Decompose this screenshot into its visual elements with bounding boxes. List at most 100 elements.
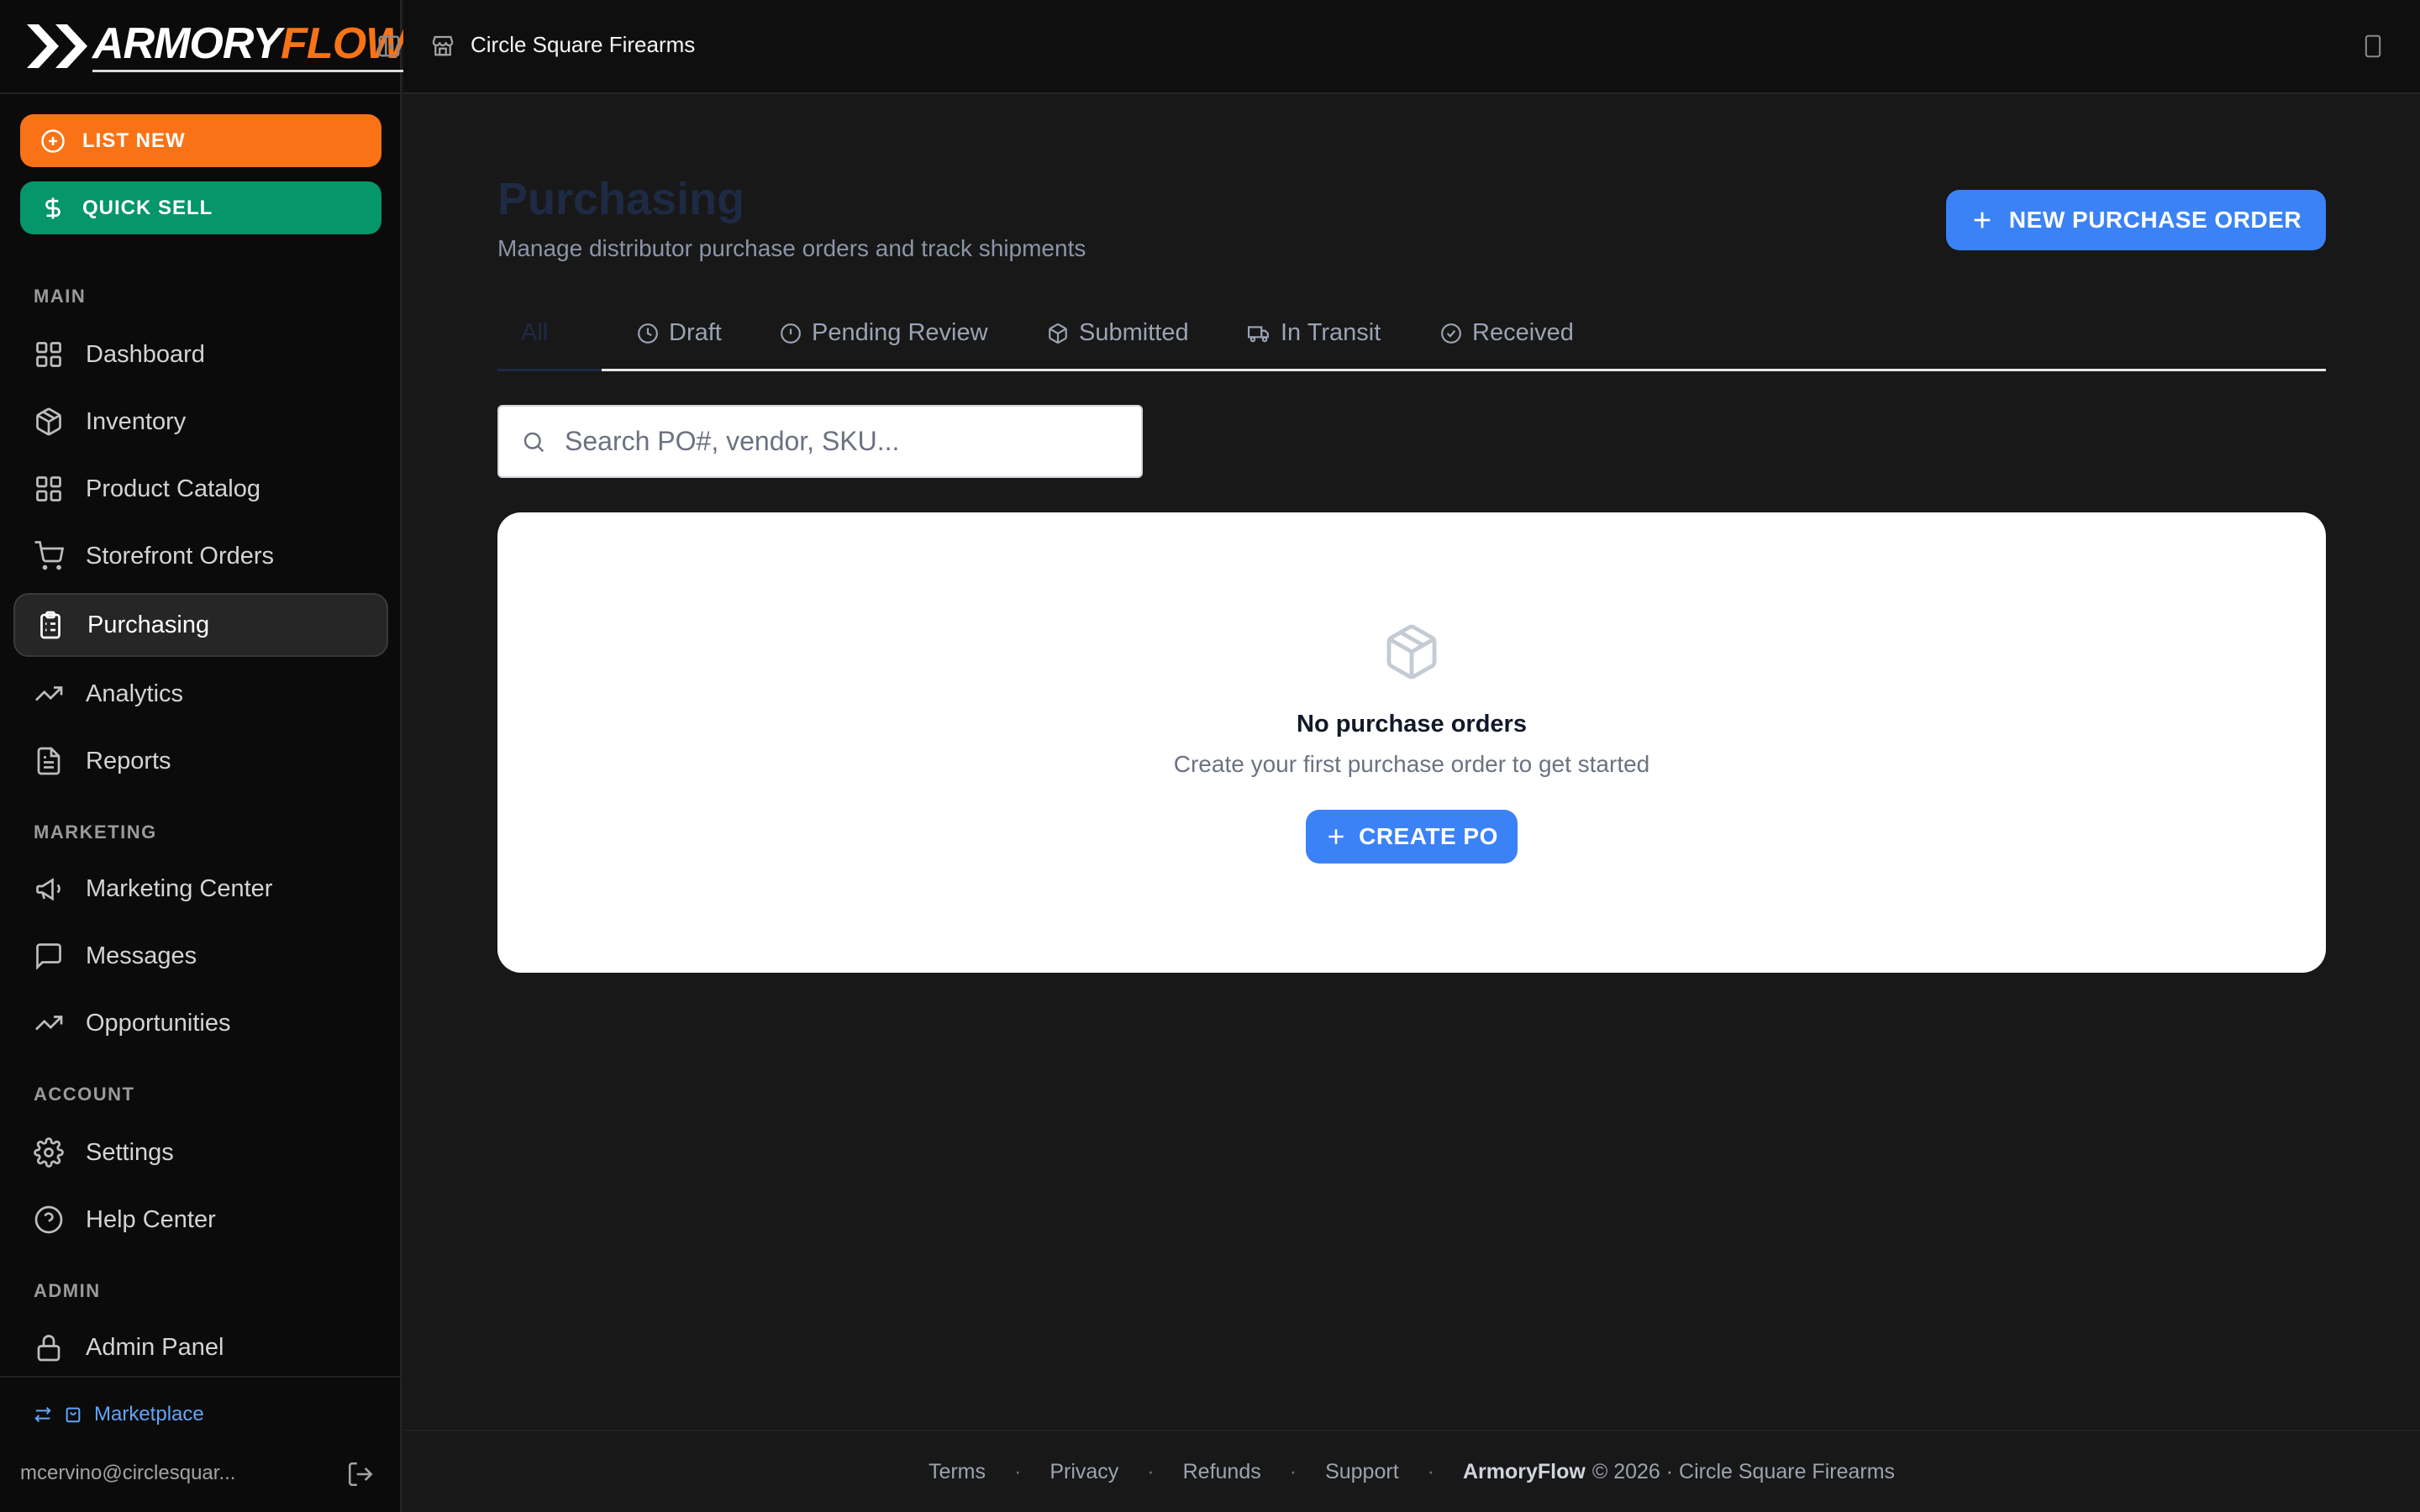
app-root: ARMORYFLOW LIST NEW QUICK SELL MAIN Dash… [0,0,2420,1512]
sidebar-item-label: Purchasing [87,611,210,638]
sidebar-footer: Marketplace mcervino@circlesquar... [0,1376,402,1512]
store-icon [432,35,454,55]
tab-in-transit[interactable]: In Transit [1247,319,1381,347]
tab-label: Submitted [1079,319,1189,346]
sidebar-item-help-center[interactable]: Help Center [13,1188,388,1252]
topbar: Circle Square Firearms [403,0,2420,94]
message-icon [36,943,61,970]
store-selector[interactable]: Circle Square Firearms [430,32,695,58]
sidebar-item-label: Dashboard [86,340,205,368]
store-name: Circle Square Firearms [471,32,696,57]
user-email: mcervino@circlesquar... [20,1462,236,1484]
tab-all[interactable]: All [521,319,548,347]
cart-icon [34,541,64,570]
logout-icon[interactable] [346,1460,375,1488]
search-icon [523,432,544,452]
chevrons-logo-icon [27,24,87,68]
sidebar-item-label: Marketing Center [86,874,273,902]
new-purchase-order-label: NEW PURCHASE ORDER [2008,207,2302,233]
brand-logo[interactable]: ARMORYFLOW [25,20,407,72]
search-input[interactable] [565,426,1119,457]
trending-up-icon [35,1016,63,1031]
tab-label: In Transit [1281,319,1381,346]
swap-icon [34,1407,51,1422]
grid-icon [36,476,61,501]
empty-state-title: No purchase orders [1297,711,1527,738]
sidebar-item-reports[interactable]: Reports [13,729,388,793]
trending-up-icon [35,686,63,701]
marketplace-link[interactable]: Marketplace [34,1403,204,1426]
tab-submitted[interactable]: Submitted [1047,319,1189,347]
sidebar-item-settings[interactable]: Settings [13,1121,388,1184]
sidebar-item-label: Settings [86,1138,174,1166]
status-tabs: All Draft Pending Review Submitted In Tr… [497,304,2326,371]
sidebar-item-label: Analytics [86,680,184,707]
plus-icon [1974,212,1991,228]
sidebar-item-inventory[interactable]: Inventory [13,390,388,454]
footer-link-refunds[interactable]: Refunds [1183,1460,1261,1484]
sidebar-item-label: Product Catalog [86,475,260,502]
tab-label: Draft [669,319,722,346]
sidebar-item-label: Help Center [86,1205,216,1233]
truck-icon [1248,325,1269,342]
tab-label: Pending Review [812,319,988,346]
help-circle-icon [34,1205,63,1234]
page-footer: Terms · Privacy · Refunds · Support · Ar… [403,1430,2420,1512]
section-label-main: MAIN [34,286,87,307]
sidebar-item-label: Reports [86,747,171,774]
footer-link-privacy[interactable]: Privacy [1050,1460,1118,1484]
section-label-admin: ADMIN [34,1280,101,1301]
tab-pending-review[interactable]: Pending Review [780,319,988,347]
create-po-label: CREATE PO [1359,823,1498,849]
footer-link-terms[interactable]: Terms [929,1460,986,1484]
clipboard-icon [40,611,60,639]
clock-icon [638,323,658,344]
create-po-button[interactable]: CREATE PO [1306,810,1518,864]
shopping-bag-icon [66,1407,81,1423]
sidebar-item-marketing-center[interactable]: Marketing Center [13,857,388,921]
footer-copyright: © 2026 · Circle Square Firearms [1591,1459,1896,1483]
sidebar-item-messages[interactable]: Messages [13,924,388,988]
box-icon [1049,323,1067,344]
plus-icon [1328,829,1344,844]
sidebar-item-label: Inventory [86,407,187,435]
logo-row: ARMORYFLOW [0,0,407,94]
footer-link-support[interactable]: Support [1325,1460,1399,1484]
device-icon[interactable] [2363,34,2383,59]
empty-state-subtitle: Create your first purchase order to get … [1173,751,1650,777]
page-title: Purchasing [497,174,745,224]
check-circle-icon [1441,323,1461,344]
sidebar-item-product-catalog[interactable]: Product Catalog [13,457,388,521]
list-new-button[interactable]: LIST NEW [20,114,381,167]
section-label-account: ACCOUNT [34,1084,135,1105]
tab-label: All [521,319,549,346]
sidebar-item-analytics[interactable]: Analytics [13,662,388,726]
quick-sell-label: QUICK SELL [82,196,213,219]
marketplace-label: Marketplace [94,1403,204,1425]
sidebar-item-storefront-orders[interactable]: Storefront Orders [13,524,388,588]
box-icon [1386,624,1437,680]
sidebar-item-admin-panel[interactable]: Admin Panel [13,1315,388,1379]
sidebar-item-dashboard[interactable]: Dashboard [13,323,388,386]
sidebar-item-label: Admin Panel [86,1333,224,1361]
plus-circle-icon [41,129,65,153]
sidebar-item-opportunities[interactable]: Opportunities [13,991,388,1055]
sidebar-collapse-icon[interactable] [376,34,402,59]
quick-sell-button[interactable]: QUICK SELL [20,181,381,234]
gear-icon [34,1137,64,1168]
tab-label: Received [1472,319,1574,346]
search-box [497,405,1143,478]
active-tab-indicator [497,369,602,371]
sidebar: ARMORYFLOW LIST NEW QUICK SELL MAIN Dash… [0,0,407,1512]
section-label-marketing: MARKETING [34,822,157,843]
sidebar-item-label: Messages [86,942,197,969]
new-purchase-order-button[interactable]: NEW PURCHASE ORDER [1946,190,2326,250]
megaphone-icon [36,878,60,901]
tab-draft[interactable]: Draft [637,319,722,347]
sidebar-item-purchasing[interactable]: Purchasing [13,593,388,657]
dollar-icon [45,197,60,218]
brand-wordmark: ARMORYFLOW [92,22,407,72]
empty-state-card: No purchase orders Create your first pur… [497,512,2326,973]
tab-received[interactable]: Received [1440,319,1574,347]
sidebar-item-label: Storefront Orders [86,542,275,570]
